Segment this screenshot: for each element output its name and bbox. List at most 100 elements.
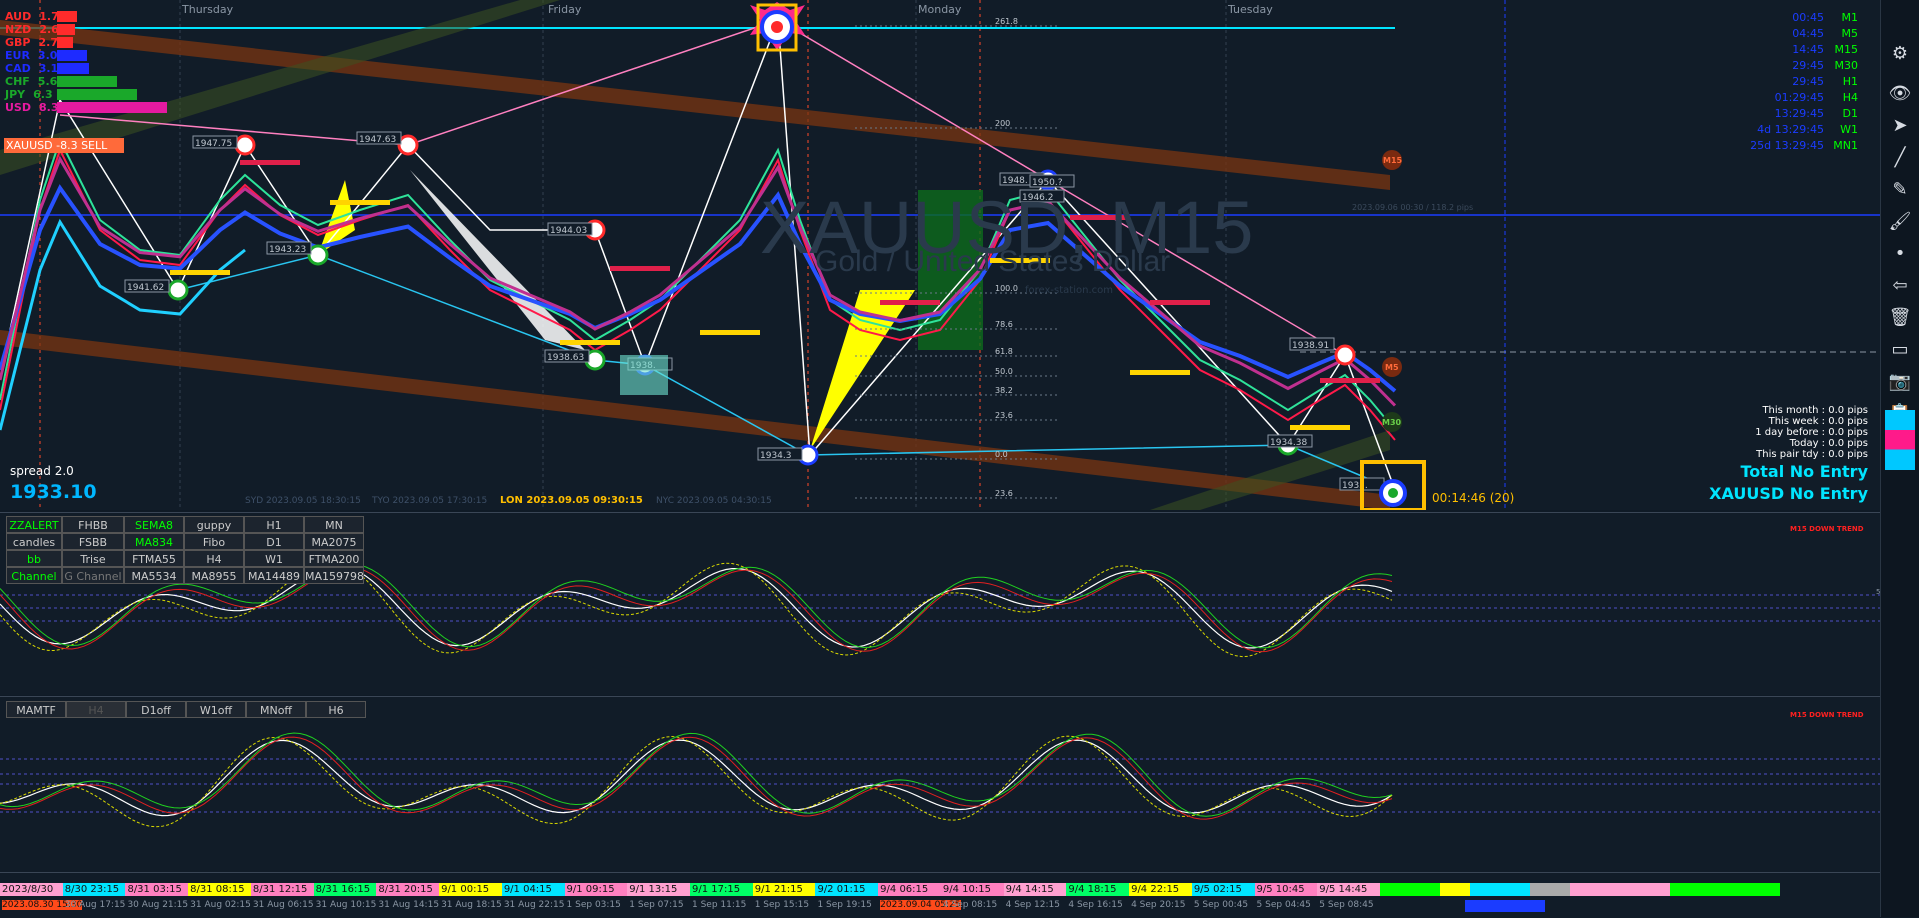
- timeframe-countdown: 01:29:45: [1774, 91, 1824, 104]
- cursor-icon[interactable]: ➤: [1885, 112, 1915, 140]
- indicator-toggle-button[interactable]: MA159798: [304, 567, 364, 584]
- pencil-icon[interactable]: ✎: [1885, 176, 1915, 204]
- indicator-toggle-button[interactable]: MN: [304, 516, 364, 533]
- color-palette-icon[interactable]: [1885, 410, 1915, 470]
- mtf-toggle-button[interactable]: W1off: [186, 701, 246, 718]
- date-label: 1 Sep 15:15: [754, 900, 810, 910]
- indicator-toggle-button[interactable]: SEMA8: [124, 516, 184, 533]
- session-segment-future: [1380, 883, 1440, 896]
- site-watermark: forex-station.com: [1025, 285, 1113, 296]
- session-segment: 9/5 14:45: [1317, 883, 1380, 896]
- level-bar: [1130, 370, 1190, 375]
- currency-name: GBP: [5, 36, 31, 49]
- session-segment: 9/4 22:15: [1129, 883, 1192, 896]
- session-segment-future: [1440, 883, 1470, 896]
- indicator-toggle-button[interactable]: candles: [6, 533, 62, 550]
- indicator-toggle-button[interactable]: H4: [184, 550, 244, 567]
- session-segment: 9/1 21:15: [752, 883, 816, 896]
- settings-icon[interactable]: ⚙: [1885, 40, 1915, 68]
- pivot-price-label: 1941.62: [127, 283, 164, 293]
- indicator-toggle-button[interactable]: H1: [244, 516, 304, 533]
- oscillator-window-1[interactable]: M15 DOWN TREND 55 ZZALERTFHBBSEMA8guppyH…: [0, 512, 1885, 695]
- pivot-price-label: 1934.38: [1270, 438, 1307, 448]
- indicator-toggle-button[interactable]: MA8955: [184, 567, 244, 584]
- current-price: 1933.10: [10, 481, 97, 503]
- currency-name: USD: [5, 101, 31, 114]
- currency-row: JPY 6.3: [5, 88, 137, 101]
- currency-name: JPY: [5, 88, 26, 101]
- session-segment: 8/31 12:15: [250, 883, 314, 896]
- session-segment: 9/1 04:15: [501, 883, 565, 896]
- tf-marker-m30: M30: [1382, 418, 1402, 427]
- indicator-toggle-button[interactable]: ZZALERT: [6, 516, 62, 533]
- dot-icon[interactable]: •: [1885, 240, 1915, 268]
- indicator-toggle-button[interactable]: Trise: [62, 550, 124, 567]
- level-bar: [240, 160, 300, 165]
- mtf-toggle-button[interactable]: H6: [306, 701, 366, 718]
- camera-icon[interactable]: 📷: [1885, 368, 1915, 396]
- indicator-toggle-button[interactable]: guppy: [184, 516, 244, 533]
- button-grid-row: bb Trise FTMA55 H4 W1 FTMA200: [6, 550, 366, 567]
- eye-icon[interactable]: 👁: [1885, 80, 1915, 108]
- timeframe-row: 13:29:45 D1: [1700, 106, 1858, 122]
- main-chart[interactable]: 1947.75 1947.63 1944.03 1943.23 1941.62 1938.…: [0, 0, 1880, 510]
- indicator-toggle-button[interactable]: G Channel: [62, 567, 124, 584]
- timeframe-name: W1: [1840, 123, 1858, 136]
- session-tyo: TYO 2023.09.05 17:30:15: [372, 496, 488, 506]
- session-segment-future: [1670, 883, 1780, 896]
- mtf-button-row[interactable]: MAMTF H4 D1off W1off MNoff H6: [6, 701, 366, 718]
- session-segment: 9/1 17:15: [690, 883, 753, 896]
- mtf-toggle-button[interactable]: MAMTF: [6, 701, 66, 718]
- pattern-box: [620, 355, 668, 395]
- indicator-toggle-button[interactable]: FHBB: [62, 516, 124, 533]
- indicator-toggle-button[interactable]: FTMA55: [124, 550, 184, 567]
- currency-value: 1.7: [39, 10, 59, 23]
- indicator-toggle-button[interactable]: MA834: [124, 533, 184, 550]
- drawing-toolbar[interactable]: ⚙ 👁 ➤ ╱ ✎ 🖌 • ⇦ 🗑 ▭ 📷 📋: [1880, 0, 1919, 917]
- indicator-toggle-button[interactable]: D1: [244, 533, 304, 550]
- brush-icon[interactable]: 🖌: [1885, 208, 1915, 236]
- oscillator-2-canvas[interactable]: [0, 697, 1880, 873]
- fib-level-label: 100.0: [995, 284, 1018, 293]
- line-icon[interactable]: ╱: [1885, 144, 1915, 172]
- trash-icon[interactable]: 🗑: [1885, 304, 1915, 332]
- timeframe-row: 29:45 H1: [1700, 74, 1858, 90]
- star-marker: [750, 2, 805, 52]
- level-bar: [1320, 378, 1380, 383]
- oscillator-window-2[interactable]: M15 DOWN TREND MAMTF H4 D1off W1off MNoff H6: [0, 696, 1880, 873]
- session-lon: LON 2023.09.05 09:30:15: [500, 495, 643, 506]
- pair-signal: XAUUSD -8.3 SELL: [4, 138, 124, 153]
- price-ma-cyan: [0, 218, 246, 431]
- date-label: 31 Aug 18:15: [441, 900, 502, 910]
- indicator-toggle-button[interactable]: FTMA200: [304, 550, 364, 567]
- stat-month: This month : 0.0 pips: [1762, 405, 1868, 416]
- session-segment: 9/4 18:15: [1066, 883, 1130, 896]
- symbol-desc-watermark: Gold / United States Dollar: [815, 245, 1171, 278]
- fib-level-label: 78.6: [995, 320, 1013, 329]
- day-label: Tuesday: [1228, 3, 1273, 16]
- shapes-icon[interactable]: ▭: [1885, 336, 1915, 364]
- mtf-toggle-button[interactable]: H4: [66, 701, 126, 718]
- currency-strength-panel: AUD 1.7 NZD 2.6 GBP 2.7 EUR 3.0 CAD 3.1 CHF 5.6 JPY 6…: [5, 10, 167, 114]
- mtf-toggle-button[interactable]: MNoff: [246, 701, 306, 718]
- indicator-toggle-button[interactable]: bb: [6, 550, 62, 567]
- indicator-toggle-button[interactable]: Fibo: [184, 533, 244, 550]
- indicator-button-grid[interactable]: ZZALERT FHBB SEMA8 guppy H1 MN candles FSBB MA83…: [6, 516, 366, 584]
- session-timeline: 2023/8/30 8/30 23:15 8/31 03:15 8/31 08:15 8…: [0, 872, 1880, 918]
- date-label: 31 Aug 10:15: [315, 900, 377, 910]
- timeframe-row: 14:45 M15: [1700, 42, 1858, 58]
- session-segment: 9/4 14:15: [1003, 883, 1067, 896]
- mtf-toggle-button[interactable]: D1off: [126, 701, 186, 718]
- indicator-toggle-button[interactable]: MA5534: [124, 567, 184, 584]
- fib-level-label: 38.2: [995, 386, 1013, 395]
- stat-pair-today: This pair tdy : 0.0 pips: [1756, 449, 1868, 460]
- indicator-toggle-button[interactable]: MA14489: [244, 567, 304, 584]
- arrow-icon[interactable]: ⇦: [1885, 272, 1915, 300]
- fib-level-label: 23.6: [995, 411, 1013, 420]
- indicator-toggle-button[interactable]: FSBB: [62, 533, 124, 550]
- indicator-toggle-button[interactable]: MA2075: [304, 533, 364, 550]
- price-ma: [0, 137, 1396, 431]
- indicator-toggle-button[interactable]: W1: [244, 550, 304, 567]
- indicator-toggle-button[interactable]: Channel: [6, 567, 62, 584]
- session-segment: 9/5 10:45: [1254, 883, 1318, 896]
